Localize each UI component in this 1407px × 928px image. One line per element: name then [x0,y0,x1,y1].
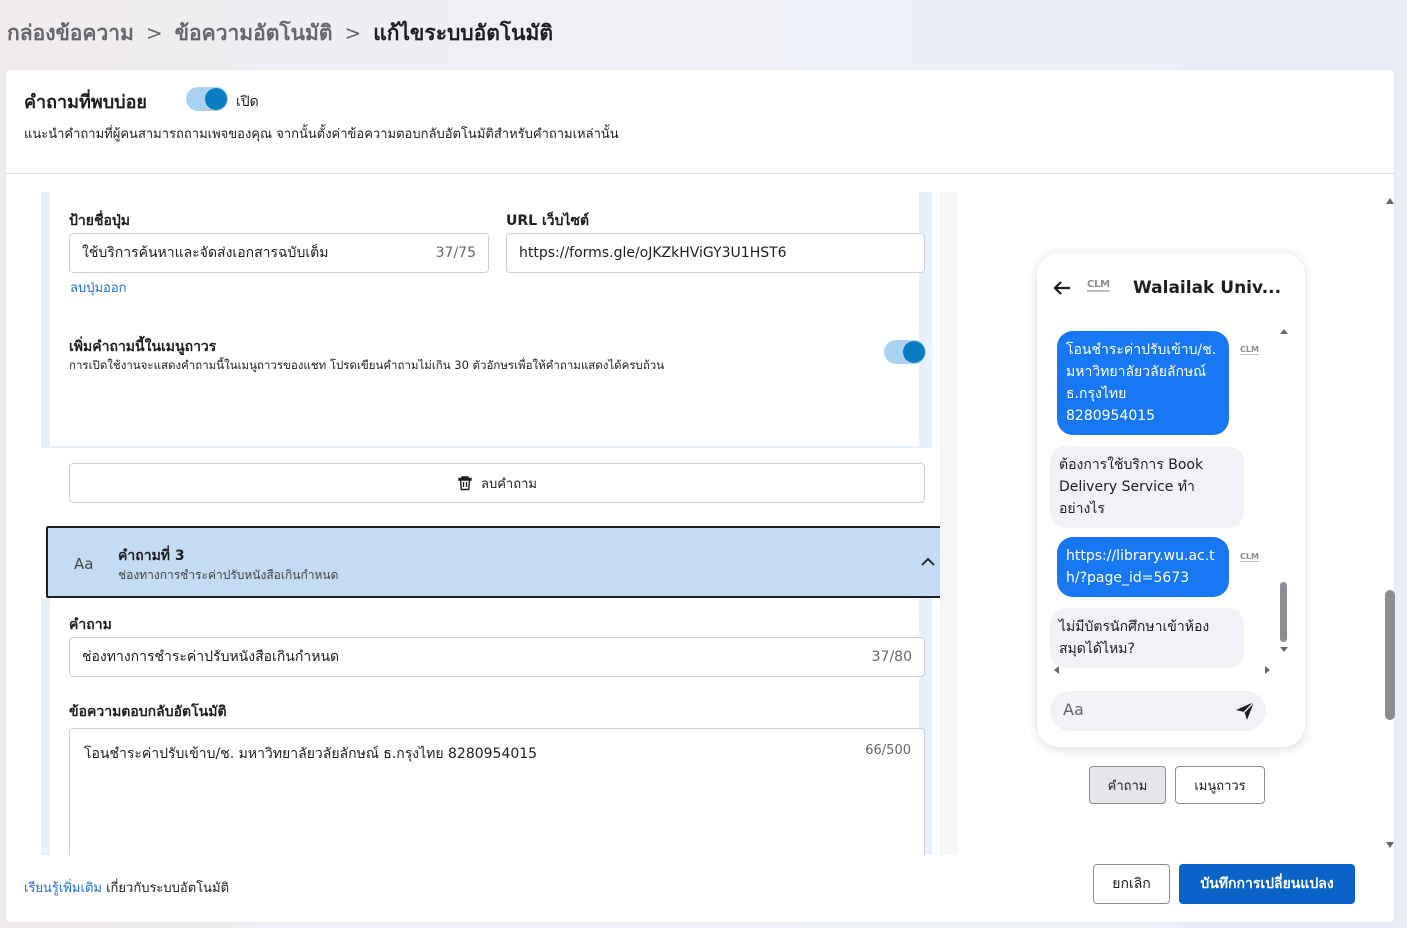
chat-line: อย่างไร [1059,501,1105,517]
remove-button-link[interactable]: ลบปุ่มออก [70,277,127,298]
chevron-up-icon[interactable] [918,552,938,572]
auto-reply-textarea[interactable]: โอนชำระค่าปรับเข้าบ/ช. มหาวิทยาลัยวลัยลั… [69,728,925,855]
chat-line: 8280954015 [1066,408,1156,424]
trash-icon [458,476,472,491]
breadcrumb-edit-automation: แก้ไขระบบอัตโนมัติ [373,20,554,45]
learn-more-link[interactable]: เรียนรู้เพิ่มเติม [24,881,102,896]
toggle-knob [903,341,925,363]
page-avatar: CLM [1240,552,1259,562]
compose-placeholder: Aa [1063,700,1084,719]
persistent-menu-title: เพิ่มคำถามนี้ในเมนูถาวร [69,339,217,355]
chat-line: h/?page_id=5673 [1066,570,1190,586]
chat-bubble-user: ไม่มีบัตรนักศึกษาเข้าห้อง สมุดได้ไหม? [1050,608,1244,668]
question-3-subtitle: ช่องทางการชำระค่าปรับหนังสือเกินกำหนด [118,568,339,582]
page-scrollbar-thumb[interactable] [1385,590,1395,720]
compose-input[interactable]: Aa [1050,691,1266,731]
faq-header: คำถามที่พบบ่อย เปิด แนะนำคำถามที่ผู้คนสา… [6,70,1394,174]
chat-line: Delivery Service ทำ [1059,479,1195,495]
question-counter: 37/80 [871,649,912,665]
chat-line: มหาวิทยาลัยวลัยลักษณ์ [1066,364,1207,380]
question-3-title: คำถามที่ 3 [118,548,185,564]
chat-scroll-left[interactable] [1054,666,1059,674]
chat-line: ธ.กรุงไทย [1066,386,1127,402]
automation-editor-card: คำถามที่พบบ่อย เปิด แนะนำคำถามที่ผู้คนสา… [6,70,1394,922]
text-format-icon: Aa [74,555,94,573]
auto-reply-counter: 66/500 [865,743,911,758]
button-label-title: ป้ายชื่อปุ่ม [69,213,130,229]
url-input[interactable]: https://forms.gle/oJKZkHViGY3U1HST6 [506,233,925,273]
faq-title: คำถามที่พบบ่อย [24,92,147,113]
question-value: ช่องทางการชำระค่าปรับหนังสือเกินกำหนด [82,649,340,665]
question-2-panel-inner [50,192,919,446]
chat-scroll-down[interactable] [1280,647,1288,652]
url-title: URL เว็บไซต์ [506,213,590,229]
page-name: Walailak Univ... [1133,278,1282,298]
question-editor[interactable]: ป้ายชื่อปุ่ม ใช้บริการค้นหาและจัดส่งเอกส… [24,192,952,855]
learn-more-suffix: เกี่ยวกับระบบอัตโนมัติ [101,881,230,896]
breadcrumb-automated-responses[interactable]: ข้อความอัตโนมัติ [175,17,333,50]
chat-line: https://library.wu.ac.t [1066,548,1215,564]
chat-scrollbar-thumb[interactable] [1280,582,1287,642]
button-label-counter: 37/75 [435,245,476,261]
page-logo: CLM [1087,279,1110,292]
chat-bubble-user: ต้องการใช้บริการ Book Delivery Service ท… [1050,446,1244,528]
breadcrumb-inbox[interactable]: กล่องข้อความ [7,17,134,50]
delete-question-label: ลบคำถาม [481,476,537,492]
auto-reply-value: โอนชำระค่าปรับเข้าบ/ช. มหาวิทยาลัยวลัยลั… [84,746,538,762]
button-label-value: ใช้บริการค้นหาและจัดส่งเอกสารฉบับเต็ม [82,245,329,261]
chat-thread[interactable]: โอนชำระค่าปรับเข้าบ/ช. มหาวิทยาลัยวลัยลั… [1037,328,1305,668]
panel-divider [940,192,958,855]
breadcrumb: กล่องข้อความ > ข้อความอัตโนมัติ > แก้ไขร… [7,18,553,48]
chat-bubble-page: โอนชำระค่าปรับเข้าบ/ช. มหาวิทยาลัยวลัยลั… [1057,331,1229,435]
page-avatar: CLM [1240,345,1259,355]
breadcrumb-separator: > [344,21,362,45]
faq-description: แนะนำคำถามที่ผู้คนสามารถถามเพจของคุณ จาก… [24,127,619,142]
url-value: https://forms.gle/oJKZkHViGY3U1HST6 [519,245,787,261]
footer: เรียนรู้เพิ่มเติม เกี่ยวกับระบบอัตโนมัติ… [6,855,1394,922]
auto-reply-label: ข้อความตอบกลับอัตโนมัติ [69,704,227,720]
page-scroll-down[interactable] [1386,842,1394,848]
persistent-menu-toggle[interactable] [884,340,926,364]
chat-scroll-right[interactable] [1265,666,1270,674]
preview-tab-persistent-menu[interactable]: เมนูถาวร [1175,766,1265,804]
preview-tab-questions[interactable]: คำถาม [1089,766,1166,804]
send-icon[interactable] [1234,700,1256,722]
question-label: คำถาม [69,617,112,633]
back-arrow-icon[interactable] [1051,277,1073,299]
chat-line: โอนชำระค่าปรับเข้าบ/ช. [1066,342,1217,358]
save-changes-button[interactable]: บันทึกการเปลี่ยนแปลง [1179,864,1355,904]
learn-more-text: เรียนรู้เพิ่มเติม เกี่ยวกับระบบอัตโนมัติ [24,877,229,898]
chat-scroll-up[interactable] [1280,329,1288,334]
question-input[interactable]: ช่องทางการชำระค่าปรับหนังสือเกินกำหนด 37… [69,637,925,677]
question-3-header[interactable]: Aa คำถามที่ 3 ช่องทางการชำระค่าปรับหนังส… [46,526,948,598]
cancel-button[interactable]: ยกเลิก [1093,864,1170,904]
faq-toggle-label: เปิด [236,94,259,110]
toggle-knob [205,88,227,110]
chat-line: สมุดได้ไหม? [1059,641,1135,657]
page-scroll-up[interactable] [1386,198,1394,204]
chat-line: ไม่มีบัตรนักศึกษาเข้าห้อง [1059,619,1210,635]
button-label-input[interactable]: ใช้บริการค้นหาและจัดส่งเอกสารฉบับเต็ม 37… [69,233,489,273]
messenger-preview: CLM Walailak Univ... โอนชำระค่าปรับเข้าบ… [1037,253,1305,747]
faq-toggle[interactable] [186,87,228,111]
persistent-menu-description: การเปิดใช้งานจะแสดงคำถามนี้ในเมนูถาวรของ… [69,358,665,372]
delete-question-button[interactable]: ลบคำถาม [69,463,925,503]
chat-line: ต้องการใช้บริการ Book [1059,457,1204,473]
breadcrumb-separator: > [145,21,163,45]
chat-bubble-page: https://library.wu.ac.t h/?page_id=5673 [1057,537,1229,597]
